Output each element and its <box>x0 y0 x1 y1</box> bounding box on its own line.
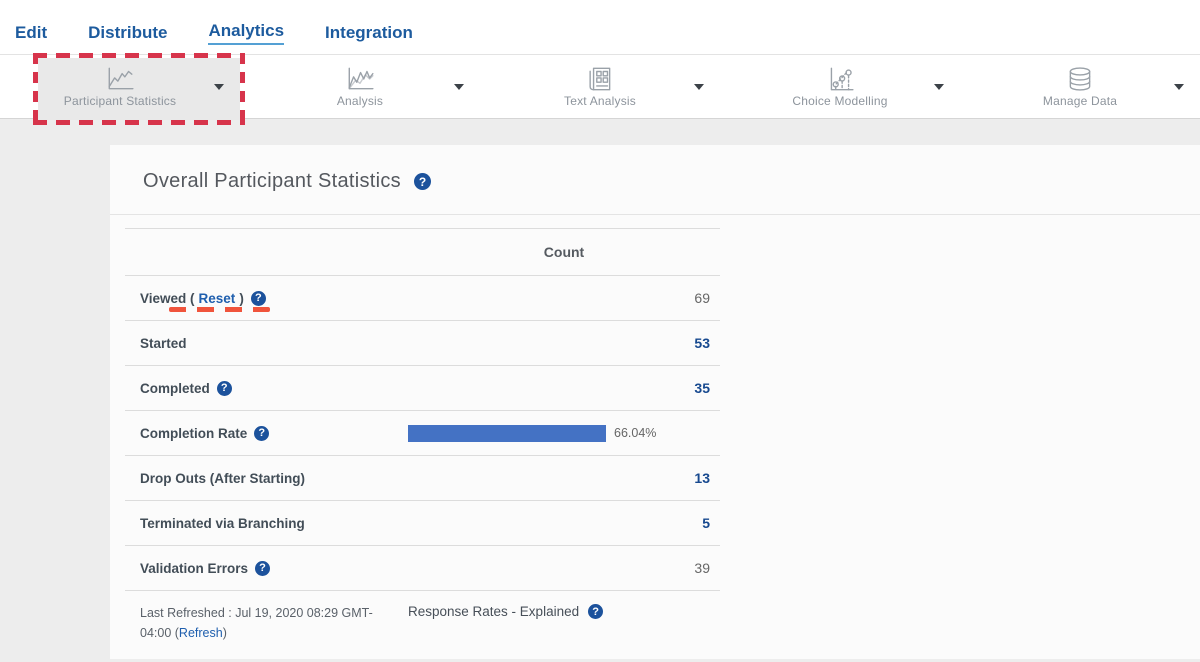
help-icon[interactable]: ? <box>217 381 232 396</box>
started-count: 53 <box>630 335 720 351</box>
main-content: Overall Participant Statistics ? Count V… <box>0 119 1200 659</box>
row-label: Completed ? <box>125 366 408 410</box>
analytics-toolbar: Participant Statistics Analysis <box>0 54 1200 119</box>
table-row-started: Started 53 <box>125 321 720 366</box>
response-rates-explained-label: Response Rates - Explained <box>408 604 579 619</box>
tool-analysis[interactable]: Analysis <box>240 55 480 118</box>
tool-label: Text Analysis <box>564 94 636 108</box>
help-icon[interactable]: ? <box>254 426 269 441</box>
tool-label: Analysis <box>337 94 383 108</box>
tool-participant-statistics[interactable]: Participant Statistics <box>0 55 240 118</box>
page-title: Overall Participant Statistics <box>143 170 401 193</box>
count-column-header: Count <box>408 244 720 260</box>
completed-count: 35 <box>630 380 720 396</box>
tool-text-analysis[interactable]: Text Analysis <box>480 55 720 118</box>
text-analysis-icon <box>585 66 615 92</box>
nav-item-integration[interactable]: Integration <box>325 23 413 45</box>
viewed-label: Viewed ( <box>140 291 195 306</box>
card-header: Overall Participant Statistics ? <box>110 145 1200 215</box>
caret-down-icon[interactable] <box>934 84 944 90</box>
caret-down-icon[interactable] <box>454 84 464 90</box>
row-label: Viewed ( Reset ) ? <box>125 276 408 320</box>
row-label: Completion Rate ? <box>125 411 408 455</box>
viewed-label-suffix: ) <box>239 291 244 306</box>
overall-stats-card: Overall Participant Statistics ? Count V… <box>110 145 1200 659</box>
row-label: Validation Errors ? <box>125 546 408 590</box>
choice-modelling-icon <box>825 66 855 92</box>
help-icon[interactable]: ? <box>414 173 431 190</box>
table-row-completed: Completed ? 35 <box>125 366 720 411</box>
tool-choice-modelling[interactable]: Choice Modelling <box>720 55 960 118</box>
row-label: Started <box>125 321 408 365</box>
nav-item-edit[interactable]: Edit <box>15 23 47 45</box>
annotation-dashed-underline <box>169 307 270 312</box>
help-icon[interactable]: ? <box>251 291 266 306</box>
tool-label: Participant Statistics <box>64 94 176 108</box>
last-refreshed-text: Last Refreshed : Jul 19, 2020 08:29 GMT-… <box>125 603 408 643</box>
completion-rate-percent: 66.04% <box>614 426 656 440</box>
completion-rate-bar <box>408 425 606 442</box>
table-footer-row: Last Refreshed : Jul 19, 2020 08:29 GMT-… <box>125 591 720 657</box>
manage-data-icon <box>1065 66 1095 92</box>
row-label: Drop Outs (After Starting) <box>125 456 408 500</box>
drop-outs-count: 13 <box>630 470 720 486</box>
validation-errors-count: 39 <box>630 560 720 576</box>
tool-label: Choice Modelling <box>792 94 887 108</box>
caret-down-icon[interactable] <box>694 84 704 90</box>
table-row-viewed: Viewed ( Reset ) ? 69 <box>125 276 720 321</box>
help-icon[interactable]: ? <box>255 561 270 576</box>
table-row-terminated: Terminated via Branching 5 <box>125 501 720 546</box>
participant-stats-table: Count Viewed ( Reset ) ? 69 Started 53 <box>125 228 720 657</box>
analysis-icon <box>345 66 375 92</box>
row-label: Terminated via Branching <box>125 501 408 545</box>
help-icon[interactable]: ? <box>588 604 603 619</box>
terminated-count: 5 <box>630 515 720 531</box>
table-header-row: Count <box>125 229 720 276</box>
tool-label: Manage Data <box>1043 94 1117 108</box>
caret-down-icon[interactable] <box>214 84 224 90</box>
caret-down-icon[interactable] <box>1174 84 1184 90</box>
refresh-link[interactable]: Refresh <box>179 626 223 640</box>
nav-item-analytics[interactable]: Analytics <box>208 21 284 45</box>
table-row-validation-errors: Validation Errors ? 39 <box>125 546 720 591</box>
tool-manage-data[interactable]: Manage Data <box>960 55 1200 118</box>
table-row-drop-outs: Drop Outs (After Starting) 13 <box>125 456 720 501</box>
survey-top-nav: Edit Distribute Analytics Integration <box>0 0 1200 54</box>
reset-link[interactable]: Reset <box>199 291 236 306</box>
table-row-completion-rate: Completion Rate ? 66.04% <box>125 411 720 456</box>
participant-statistics-icon <box>105 66 135 92</box>
annotation-dashed-box <box>33 53 245 58</box>
nav-item-distribute[interactable]: Distribute <box>88 23 167 45</box>
viewed-count: 69 <box>630 290 720 306</box>
